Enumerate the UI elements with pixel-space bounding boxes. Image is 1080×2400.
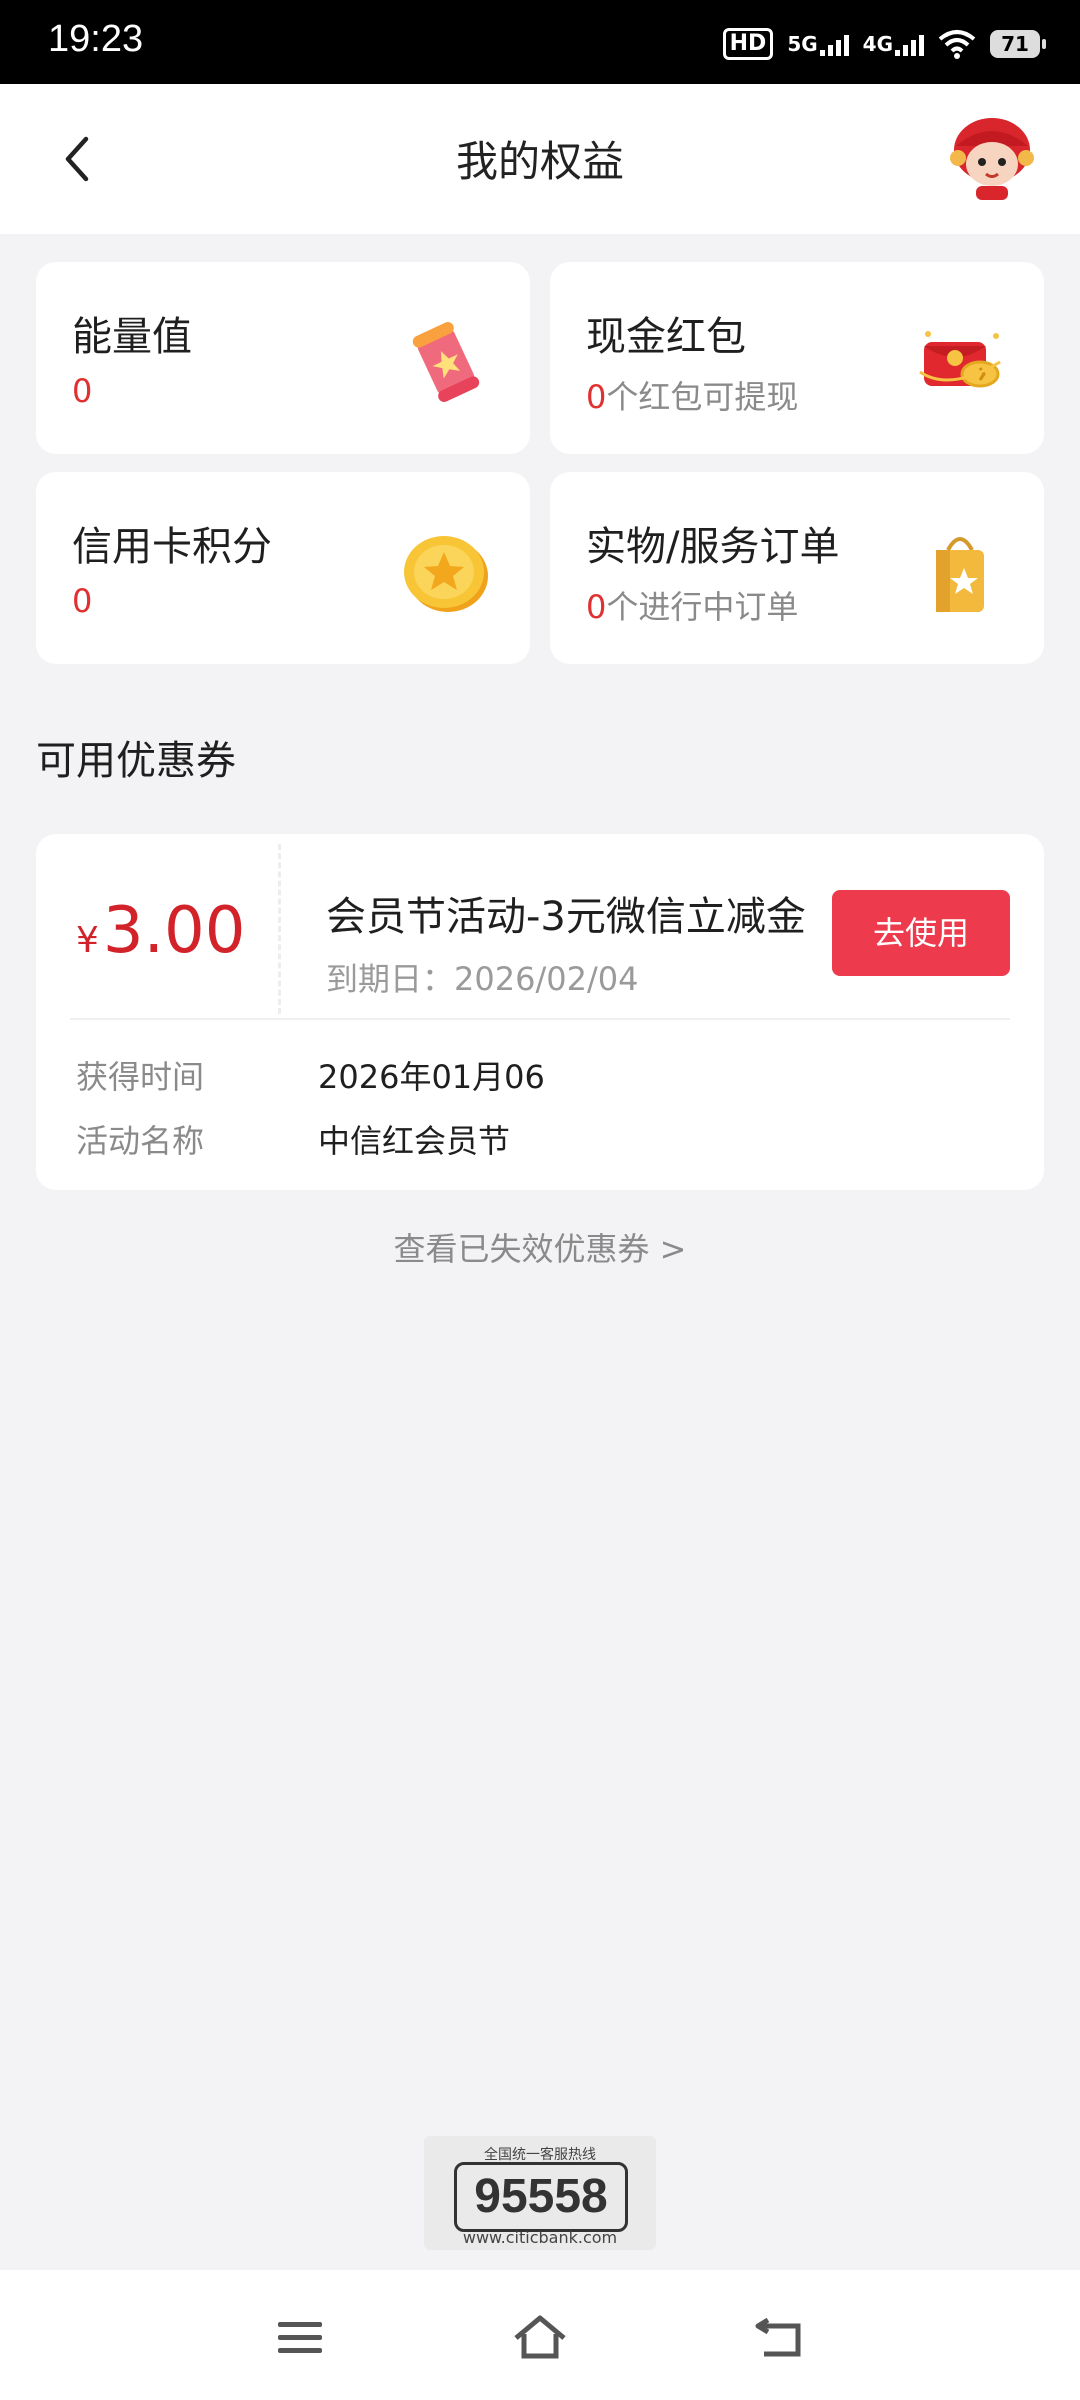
hotline-url: www.citicbank.com bbox=[462, 2228, 618, 2247]
coupon-price: ¥3.00 bbox=[76, 894, 245, 968]
page-header: 我的权益 bbox=[0, 84, 1080, 234]
coupon-section-title: 可用优惠券 bbox=[36, 738, 236, 784]
orders-value-line: 0个进行中订单 bbox=[586, 582, 798, 628]
page-title: 我的权益 bbox=[455, 137, 624, 186]
star-coin-icon bbox=[404, 536, 488, 612]
home-icon[interactable] bbox=[510, 2310, 570, 2364]
battery-icon: 71 bbox=[990, 30, 1046, 58]
orders-value: 0 bbox=[586, 588, 607, 626]
shopping-bag-icon bbox=[936, 537, 984, 612]
wifi-icon bbox=[938, 30, 976, 59]
net-4g-label: 4G bbox=[862, 32, 893, 56]
expiry-label: 到期日： bbox=[326, 960, 455, 998]
status-icons: HD 5G 4G 71 bbox=[722, 24, 1046, 64]
mascot-avatar-icon[interactable] bbox=[942, 106, 1042, 206]
menu-icon[interactable] bbox=[270, 2310, 330, 2364]
hd-icon: HD bbox=[722, 28, 774, 60]
points-value: 0 bbox=[72, 582, 93, 620]
coupon-amount: 3.00 bbox=[102, 894, 246, 968]
system-nav-bar bbox=[0, 2270, 1080, 2400]
activity-name-label: 活动名称 bbox=[76, 1122, 205, 1160]
orders-title: 实物/服务订单 bbox=[586, 524, 840, 570]
coupon-card: ¥3.00 会员节活动-3元微信立减金 到期日：2026/02/04 去使用 获… bbox=[36, 834, 1044, 1190]
activity-name-value: 中信红会员节 bbox=[318, 1122, 511, 1160]
back-icon[interactable] bbox=[750, 2310, 810, 2364]
obtained-time-label: 获得时间 bbox=[76, 1058, 205, 1096]
energy-card[interactable]: 能量值 0 bbox=[36, 262, 530, 454]
net-5g-label: 5G bbox=[787, 32, 818, 56]
signal-5g-icon: 5G bbox=[787, 32, 849, 56]
cash-packet-card[interactable]: 现金红包 0个红包可提现 bbox=[550, 262, 1044, 454]
coupon-expiry: 到期日：2026/02/04 bbox=[326, 954, 638, 1000]
cash-value-line: 0个红包可提现 bbox=[586, 372, 798, 418]
coupon-perforation bbox=[278, 844, 281, 1014]
coupon-name: 会员节活动-3元微信立减金 bbox=[326, 894, 806, 940]
energy-scroll-icon bbox=[412, 322, 480, 402]
hotline-badge: 全国统一客服热线 95558 www.citicbank.com bbox=[424, 2136, 656, 2250]
obtained-time-value: 2026年01月06 bbox=[318, 1058, 545, 1096]
points-card[interactable]: 信用卡积分 0 bbox=[36, 472, 530, 664]
currency-symbol: ¥ bbox=[76, 920, 99, 961]
coupon-divider bbox=[70, 1018, 1010, 1020]
cash-value: 0 bbox=[586, 378, 607, 416]
hotline-number: 95558 bbox=[454, 2162, 628, 2232]
orders-sub: 个进行中订单 bbox=[606, 588, 799, 626]
cash-sub: 个红包可提现 bbox=[606, 378, 799, 416]
hotline-title: 全国统一客服热线 bbox=[484, 2147, 596, 2163]
status-time: 19:23 bbox=[48, 18, 144, 60]
points-title: 信用卡积分 bbox=[72, 524, 272, 570]
energy-value: 0 bbox=[72, 372, 93, 410]
red-packet-icon bbox=[919, 331, 1001, 388]
signal-4g-icon: 4G bbox=[863, 32, 924, 56]
energy-title: 能量值 bbox=[72, 314, 192, 360]
use-coupon-button[interactable]: 去使用 bbox=[832, 890, 1010, 976]
cash-title: 现金红包 bbox=[586, 314, 746, 360]
expiry-date: 2026/02/04 bbox=[454, 960, 639, 998]
view-expired-coupons-link[interactable]: 查看已失效优惠券 > bbox=[0, 1224, 1080, 1270]
status-bar: 19:23 HD 5G 4G 71 bbox=[0, 0, 1080, 84]
orders-card[interactable]: 实物/服务订单 0个进行中订单 bbox=[550, 472, 1044, 664]
